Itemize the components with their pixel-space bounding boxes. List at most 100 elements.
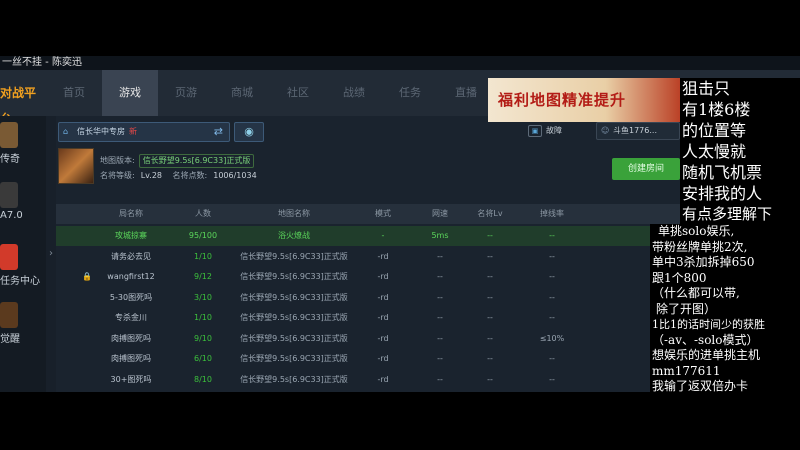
col-mode[interactable]: 模式: [364, 204, 402, 224]
table-row[interactable]: 专杀金川 1/10 信长野望9.5s[6.9C33]正式版 -rd -- -- --: [56, 308, 680, 328]
create-room-button[interactable]: 创建房间: [612, 158, 680, 180]
ping-cell: 5ms: [431, 231, 449, 240]
sidebar-item-legend[interactable]: 传奇: [0, 122, 46, 165]
col-players[interactable]: 人数: [186, 204, 220, 224]
map-cell: 信长野望9.5s[6.9C33]正式版: [240, 333, 348, 343]
rank-cell: --: [487, 231, 493, 240]
notice-line: 人太慢就: [682, 142, 747, 161]
user-icon: ☺: [601, 126, 610, 135]
players-cell: 1/10: [194, 313, 212, 322]
room-name-cell: 肉搏图死吗: [111, 354, 151, 363]
tab-live[interactable]: 直播: [438, 70, 494, 116]
col-room-name[interactable]: 局名称: [96, 204, 166, 224]
table-row[interactable]: 肉搏图死吗 9/10 信长野望9.5s[6.9C33]正式版 -rd -- -- ≤10%: [56, 329, 680, 349]
players-cell: 9/12: [194, 272, 212, 281]
tab-community[interactable]: 社区: [270, 70, 326, 116]
mode-cell: -rd: [377, 313, 389, 322]
tab-records[interactable]: 战绩: [326, 70, 382, 116]
user-button[interactable]: ☺ 斗鱼1776...: [596, 122, 680, 140]
tab-store[interactable]: 商城: [214, 70, 270, 116]
points-label: 名将点数:: [172, 171, 208, 180]
col-ping[interactable]: 网速: [426, 204, 454, 224]
sidebar-item-label: 觉醒: [0, 334, 20, 345]
notice-line: 的位置等: [682, 121, 747, 140]
players-cell: 9/10: [194, 333, 212, 343]
notice-line: 单中3杀加拆掉650: [652, 255, 755, 269]
notice-line: （什么都可以带,: [652, 286, 740, 300]
rank-cell: --: [487, 292, 493, 302]
players-cell: 95/100: [188, 231, 218, 240]
promo-banner[interactable]: 福利地图精准提升: [488, 78, 684, 122]
room-name-cell: wangfirst12: [107, 272, 155, 281]
notice-line: 除了开图）: [656, 301, 717, 316]
drop-rate-cell: --: [549, 313, 555, 322]
stream-notice-top: 狙击只 有1楼6楼 的位置等 人太慢就 随机飞机票 安排我的人 有点多理解下: [680, 78, 800, 228]
map-cell: 信长野望9.5s[6.9C33]正式版: [240, 292, 348, 302]
notice-line: 1比1的话时间少的获胜: [652, 318, 765, 331]
ping-cell: --: [437, 354, 443, 363]
drop-rate-cell: --: [549, 272, 555, 281]
now-playing-title: 一丝不挂 - 陈奕迅: [0, 56, 800, 70]
mode-cell: -rd: [377, 374, 389, 384]
col-map-name[interactable]: 地图名称: [234, 204, 354, 224]
tab-home[interactable]: 首页: [46, 70, 102, 116]
diagnose-button[interactable]: ▣ 故障: [528, 122, 588, 140]
diagnose-label: 故障: [546, 126, 562, 135]
points-value: 1006/1034: [213, 171, 257, 180]
notice-line: 随机飞机票: [682, 163, 763, 182]
table-row[interactable]: 5-30图死吗 3/10 信长野望9.5s[6.9C33]正式版 -rd -- -- --: [56, 288, 680, 308]
ping-cell: --: [437, 292, 443, 302]
room-name-cell: 专杀金川: [115, 313, 147, 322]
tab-games[interactable]: 游戏: [102, 70, 158, 116]
drop-rate-cell: ≤10%: [539, 333, 565, 343]
drop-rate-cell: --: [549, 354, 555, 363]
map-version-line: 地图版本: 信长野望9.5s[6.9C33]正式版: [100, 154, 255, 168]
table-row[interactable]: 肉搏图死吗 6/10 信长野望9.5s[6.9C33]正式版 -rd -- -- --: [56, 349, 680, 369]
user-name: 斗鱼1776...: [613, 126, 657, 135]
mode-cell: -rd: [377, 292, 389, 302]
table-row[interactable]: 攻城掠寨 95/100 浴火燎战 - 5ms -- --: [56, 226, 680, 246]
sidebar-item-awaken[interactable]: 觉醒: [0, 302, 46, 345]
players-cell: 6/10: [194, 354, 212, 363]
sidebar-item-label: 传奇: [0, 154, 20, 165]
map-cell: 信长野望9.5s[6.9C33]正式版: [240, 251, 348, 261]
ping-cell: --: [437, 272, 443, 281]
rank-value: Lv.28: [140, 171, 162, 180]
drop-rate-cell: --: [549, 374, 555, 384]
players-cell: 1/10: [194, 251, 212, 261]
col-drop-rate[interactable]: 掉线率: [534, 204, 570, 224]
task-thumbnail: [0, 244, 18, 270]
tab-tasks[interactable]: 任务: [382, 70, 438, 116]
mode-cell: -rd: [377, 251, 389, 261]
map-version-select[interactable]: 信长野望9.5s[6.9C33]正式版: [138, 154, 255, 168]
notice-line: 我输了返双倍办卡: [652, 379, 749, 393]
table-row[interactable]: 30+图死吗 8/10 信长野望9.5s[6.9C33]正式版 -rd -- -- --: [56, 370, 680, 390]
sidebar-expand-chevron-icon[interactable]: ›: [46, 116, 56, 392]
tab-web-games[interactable]: 页游: [158, 70, 214, 116]
ping-cell: --: [437, 313, 443, 322]
globe-icon[interactable]: ◉: [234, 122, 264, 142]
players-cell: 8/10: [194, 374, 212, 384]
chip-icon: ▣: [528, 124, 542, 137]
room-selector[interactable]: ⌂ 信长华中专房新 ⇄: [58, 122, 230, 142]
rank-label: 名将等级:: [100, 171, 135, 180]
table-row[interactable]: 请务必去见 1/10 信长野望9.5s[6.9C33]正式版 -rd -- -- --: [56, 247, 680, 267]
room-name-cell: 请务必去见: [111, 251, 151, 261]
rank-cell: --: [487, 354, 493, 363]
col-rank[interactable]: 名将Lv: [474, 204, 506, 224]
notice-line: 跟1个800: [652, 270, 707, 285]
swap-icon[interactable]: ⇄: [214, 123, 223, 141]
game-thumbnail: [0, 182, 18, 208]
table-row[interactable]: 🔒 wangfirst12 9/12 信长野望9.5s[6.9C33]正式版 -rd --…: [56, 267, 680, 287]
notice-line: 单挑solo娱乐,: [658, 224, 735, 238]
rank-cell: --: [487, 272, 493, 281]
sidebar-item-task-center[interactable]: 任务中心: [0, 244, 46, 287]
lock-icon: 🔒: [82, 272, 92, 281]
sidebar-item-label: 任务中心: [0, 276, 40, 287]
ping-cell: --: [437, 333, 443, 343]
platform-logo[interactable]: 对战平台: [0, 80, 44, 126]
sidebar-item-dota[interactable]: A7.0: [0, 182, 46, 221]
notice-line: 有1楼6楼: [682, 100, 751, 119]
drop-rate-cell: --: [549, 251, 555, 261]
notice-line: 狙击只: [682, 79, 731, 98]
